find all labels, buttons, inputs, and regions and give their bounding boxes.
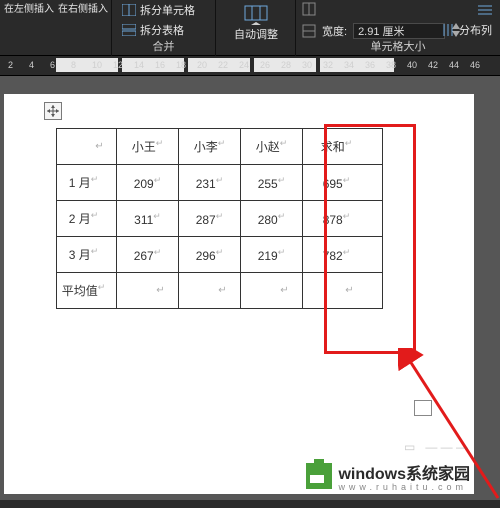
ruler-tick: 46 [470,60,480,70]
data-cell[interactable]: 209↵ [117,165,179,201]
split-cells-button[interactable]: 拆分单元格 [116,0,201,20]
watermark: windows系统家园 www.ruhaitu.com [306,460,470,492]
ruler-tick: 8 [71,60,76,70]
table-row[interactable]: 2 月↵ 311↵ 287↵ 280↵ 878↵ [57,201,383,237]
ruler-tick: 18 [176,60,186,70]
group-merge: 拆分单元格 拆分表格 合并 [112,0,216,56]
table-row[interactable]: 3 月↵ 267↵ 296↵ 219↵ 782↵ [57,237,383,273]
row-label[interactable]: 2 月↵ [57,201,117,237]
data-cell[interactable]: 296↵ [179,237,241,273]
ruler-tick: 40 [407,60,417,70]
distribute-cols-button[interactable]: 分布列 [435,20,498,40]
status-zoom-ghost: ▭ — — — [404,440,468,454]
group-cell-size-label: 单元格大小 [296,38,500,54]
split-cells-icon [122,4,136,16]
group-merge-label: 合并 [112,38,215,54]
header-cell[interactable]: 小赵↵ [241,129,303,165]
watermark-brand: windows系统家园 [338,466,470,483]
row-label[interactable]: 1 月↵ [57,165,117,201]
distribute-cols-icon [441,24,455,36]
height-icon [302,2,316,16]
distribute-rows-button[interactable] [472,2,498,18]
distribute-cols-label: 分布列 [459,22,492,38]
ruler-tick: 14 [134,60,144,70]
ruler-tick: 34 [344,60,354,70]
sum-cell[interactable]: 782↵ [303,237,383,273]
watermark-icon [306,463,332,489]
ruler-tick: 20 [197,60,207,70]
ruler-tick: 4 [29,60,34,70]
data-cell[interactable]: 231↵ [179,165,241,201]
split-cells-label: 拆分单元格 [140,2,195,18]
header-cell-sum[interactable]: 求和↵ [303,129,383,165]
sum-cell-empty[interactable]: ↵ [303,273,383,309]
header-cell[interactable]: 小王↵ [117,129,179,165]
row-label-avg[interactable]: 平均值↵ [57,273,117,309]
data-cell[interactable]: 255↵ [241,165,303,201]
width-label: 宽度: [322,23,347,39]
data-cell-empty[interactable]: ↵ [241,273,303,309]
header-cell[interactable]: 小李↵ [179,129,241,165]
insert-right-button[interactable]: 在右侧插入 [56,0,110,15]
document-page: ↵ 小王↵ 小李↵ 小赵↵ 求和↵ 1 月↵ 209↵ 231↵ 255↵ 69… [4,94,474,494]
sum-cell[interactable]: 878↵ [303,201,383,237]
row-label[interactable]: 3 月↵ [57,237,117,273]
insert-left-label: 在左侧插入 [4,4,54,15]
width-icon [302,24,316,38]
distribute-rows-icon [478,4,492,16]
data-cell-empty[interactable]: ↵ [117,273,179,309]
autofit-icon [243,4,269,26]
table-row[interactable]: ↵ 小王↵ 小李↵ 小赵↵ 求和↵ [57,129,383,165]
ruler-tick: 36 [365,60,375,70]
ruler-tick: 2 [8,60,13,70]
ruler-tick: 32 [323,60,333,70]
width-input[interactable] [353,23,445,39]
data-cell[interactable]: 311↵ [117,201,179,237]
ruler-tick: 6 [50,60,55,70]
document-canvas: ↵ 小王↵ 小李↵ 小赵↵ 求和↵ 1 月↵ 209↵ 231↵ 255↵ 69… [0,76,500,500]
view-icon: ▭ [404,440,415,454]
table-row[interactable]: 平均值↵ ↵ ↵ ↵ ↵ [57,273,383,309]
sum-cell[interactable]: 695↵ [303,165,383,201]
insert-right-label: 在右侧插入 [58,4,108,15]
group-rows-columns: 在左侧插入 在右侧插入 [0,0,112,56]
ruler-tick: 38 [386,60,396,70]
table-row[interactable]: 1 月↵ 209↵ 231↵ 255↵ 695↵ [57,165,383,201]
data-cell[interactable]: 219↵ [241,237,303,273]
ruler-tick: 44 [449,60,459,70]
watermark-url: www.ruhaitu.com [338,482,470,492]
data-cell[interactable]: 287↵ [179,201,241,237]
table-move-handle[interactable] [44,102,62,120]
group-autofit: 自动调整 [216,0,296,56]
autofit-button[interactable]: 自动调整 [228,4,284,42]
data-cell[interactable]: 267↵ [117,237,179,273]
insert-left-button[interactable]: 在左侧插入 [2,0,56,15]
data-cell[interactable]: 280↵ [241,201,303,237]
split-table-icon [122,24,136,36]
ruler-tick: 22 [218,60,228,70]
ribbon-toolbar: 在左侧插入 在右侧插入 拆分单元格 拆分表格 合并 [0,0,500,56]
autofit-label: 自动调整 [234,29,278,41]
ruler-tick: 28 [281,60,291,70]
split-table-button[interactable]: 拆分表格 [116,20,201,40]
ruler-tick: 26 [260,60,270,70]
data-cell-empty[interactable]: ↵ [179,273,241,309]
horizontal-ruler[interactable]: 2468101214161820222426283032343638404244… [0,56,500,76]
table-resize-handle[interactable] [414,400,432,416]
ruler-tick: 42 [428,60,438,70]
ruler-tick: 30 [302,60,312,70]
ruler-tick: 12 [113,60,123,70]
ruler-tick: 24 [239,60,249,70]
ruler-tick: 10 [92,60,102,70]
header-cell-empty[interactable]: ↵ [57,129,117,165]
group-cell-size: 宽度: 分布列 单元格大小 [296,0,500,56]
split-table-label: 拆分表格 [140,22,184,38]
data-table[interactable]: ↵ 小王↵ 小李↵ 小赵↵ 求和↵ 1 月↵ 209↵ 231↵ 255↵ 69… [56,128,383,309]
ruler-tick: 16 [155,60,165,70]
